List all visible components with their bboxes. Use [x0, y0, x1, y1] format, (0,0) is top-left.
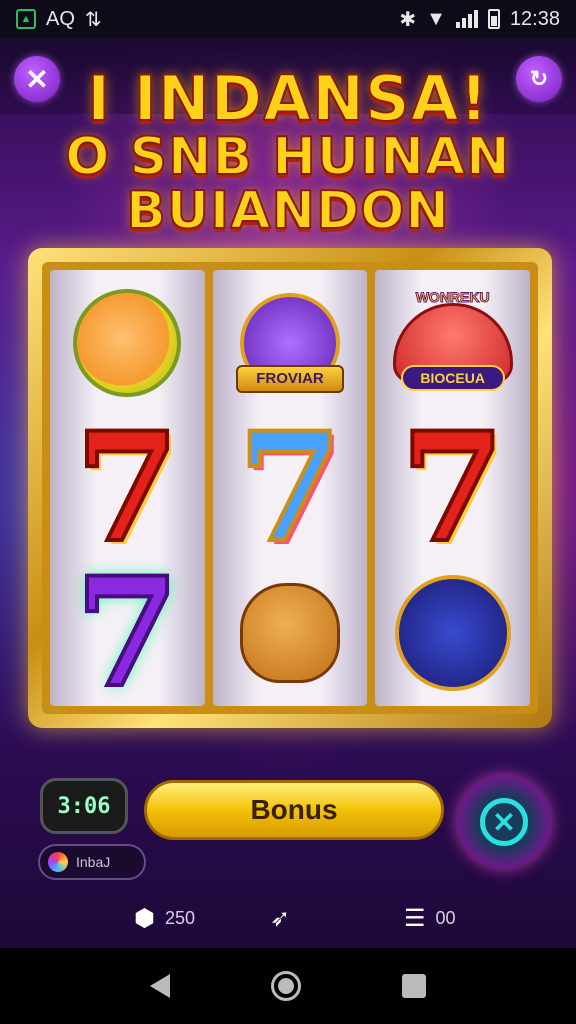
settings-stat[interactable]: ➶ [270, 904, 290, 933]
battery-icon [487, 9, 500, 29]
red-seven-icon: 7 [73, 399, 181, 576]
spin-icon: ✕ [480, 798, 528, 846]
user-label: InbaJ [76, 854, 111, 870]
sun-face-icon [73, 288, 182, 397]
gallery-icon: ▲ [16, 9, 36, 29]
game-title-line2: O SNB HUINAN BUIANDON [0, 127, 576, 241]
game-area: ✕ ↻ I INDANSA! O SNB HUINAN BUIANDON 7 7… [0, 38, 576, 948]
coin-value: 250 [164, 908, 195, 928]
list-value: 00 [435, 908, 456, 928]
drummer-icon [394, 575, 511, 692]
mushroom-symbol: WONREKU BIOCEUA [391, 281, 515, 405]
symbol-bottom-label: BIOCEUA [400, 364, 505, 391]
status-left-text: AQ [46, 7, 75, 30]
system-nav-bar [0, 948, 576, 1024]
reels: 7 7 FROVIAR 7 WONREKU BIOCEUA 7 [42, 262, 538, 714]
bluetooth-icon: ✱ [399, 8, 417, 31]
drummer-symbol [391, 571, 515, 695]
user-pill[interactable]: InbaJ [38, 844, 146, 880]
rocket-icon: ➶ [270, 905, 291, 932]
rainbow-seven-icon: 7 [236, 399, 344, 576]
back-icon[interactable] [150, 974, 171, 998]
sun-symbol [65, 281, 189, 405]
gem-icon: ⬢ [134, 905, 155, 932]
seven-symbol: 7 [391, 411, 515, 565]
game-title-line2b: BUIANDON [125, 181, 450, 241]
symbol-top-label: WONREKU [415, 288, 490, 305]
character-symbol: FROVIAR [228, 281, 352, 405]
symbol-banner: FROVIAR [236, 364, 344, 393]
slot-machine: 7 7 FROVIAR 7 WONREKU BIOCEUA 7 [28, 248, 552, 728]
status-time: 12:38 [509, 7, 560, 30]
cell-signal-icon [455, 10, 478, 28]
red-seven-icon: 7 [398, 399, 506, 576]
coin-stat: ⬢ 250 [134, 904, 195, 933]
reel-1: 7 7 [50, 270, 205, 710]
seven-symbol: 7 [228, 411, 352, 565]
list-stat: ☰ 00 [404, 904, 456, 933]
seven-symbol: 7 [65, 556, 189, 710]
recent-apps-icon[interactable] [401, 974, 426, 998]
game-title-line1: I INDANSA! [86, 61, 489, 136]
wifi-icon: ▼ [426, 7, 446, 30]
spin-button[interactable]: ✕ [458, 776, 550, 868]
bonus-button[interactable]: Bonus [144, 780, 444, 840]
status-left: ▲ AQ ⇅ [16, 7, 102, 32]
animal-symbol [228, 571, 352, 695]
purple-seven-icon: 7 [73, 545, 181, 722]
timer-display: 3:06 [40, 778, 128, 834]
home-icon[interactable] [270, 971, 301, 1001]
avatar [48, 852, 68, 872]
reel-3: WONREKU BIOCEUA 7 [375, 270, 531, 706]
seven-symbol: 7 [65, 411, 189, 565]
status-right: ✱ ▼ 12:38 [399, 7, 560, 32]
sync-icon: ⇅ [84, 8, 102, 31]
list-icon: ☰ [404, 905, 426, 932]
bear-icon [240, 583, 340, 684]
status-bar: ▲ AQ ⇅ ✱ ▼ 12:38 [0, 0, 576, 38]
reel-2: FROVIAR 7 [212, 270, 368, 706]
game-title-line2a: O SNB HUINAN [64, 127, 511, 187]
